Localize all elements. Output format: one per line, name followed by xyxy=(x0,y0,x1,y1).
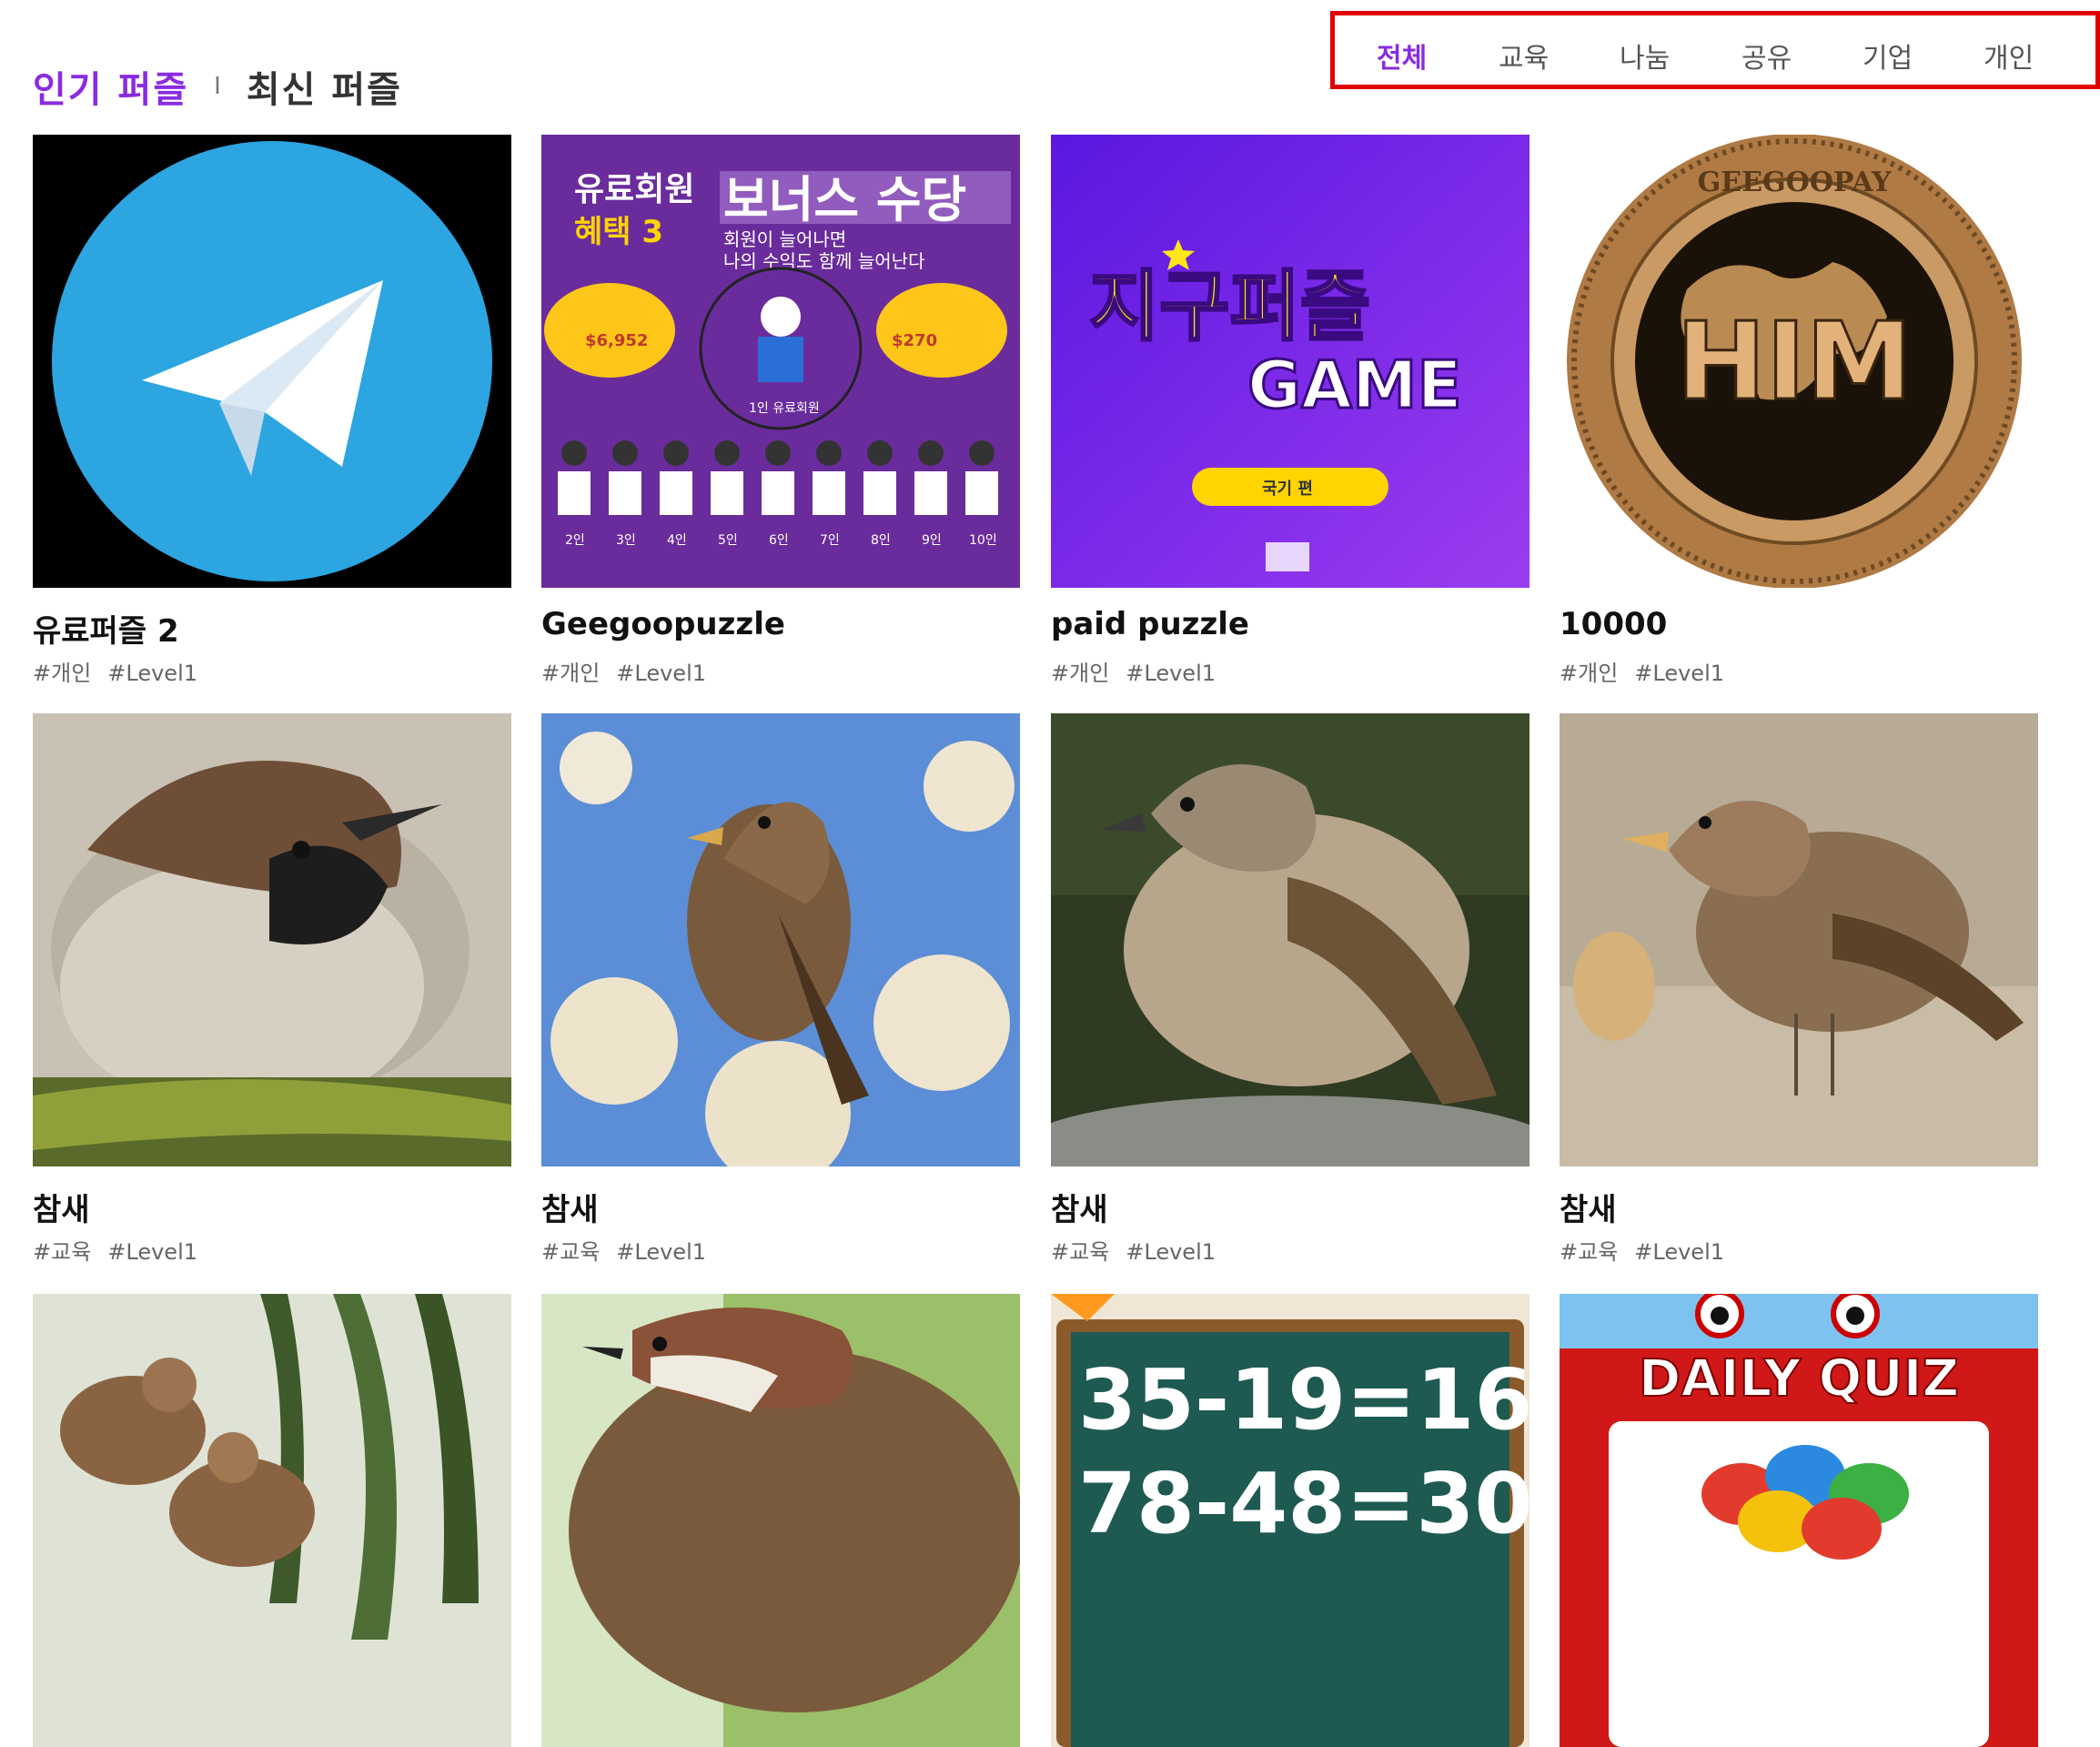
puzzle-tags: #교육 #Level1 xyxy=(33,1234,214,1266)
puzzle-title[interactable]: paid puzzle xyxy=(1051,606,1249,642)
tag-level[interactable]: #Level1 xyxy=(1126,1239,1216,1265)
tag-category[interactable]: #개인 xyxy=(1051,661,1109,686)
bonus-infographic-image: 유료회원 혜택 3 보너스 수당 회원이 늘어나면 나의 수익도 함께 늘어난다… xyxy=(541,135,1020,588)
puzzle-thumbnail[interactable]: 35-19=16 78-48=30 xyxy=(1051,1294,1530,1747)
svg-text:나의 수익도 함께 늘어난다: 나의 수익도 함께 늘어난다 xyxy=(723,250,924,272)
puzzle-thumbnail[interactable]: 지구퍼즐 GAME 국기 편 xyxy=(1051,135,1530,588)
category-education[interactable]: 교육 xyxy=(1499,35,1549,76)
sparrow-photo-image xyxy=(33,1294,511,1747)
puzzle-title[interactable]: 참새 xyxy=(1051,1185,1108,1229)
puzzle-thumbnail[interactable] xyxy=(1560,713,2038,1166)
svg-text:4인: 4인 xyxy=(667,533,687,548)
sparrow-photo-image xyxy=(541,713,1020,1166)
puzzle-thumbnail[interactable] xyxy=(541,1294,1020,1747)
puzzle-thumbnail[interactable] xyxy=(33,713,511,1166)
svg-text:혜택 3: 혜택 3 xyxy=(574,214,663,250)
puzzle-thumbnail[interactable]: DAILY QUIZ xyxy=(1560,1294,2038,1747)
svg-text:5인: 5인 xyxy=(718,533,738,548)
puzzle-thumbnail[interactable] xyxy=(541,713,1020,1166)
svg-text:HIM: HIM xyxy=(1676,298,1913,424)
tag-level[interactable]: #Level1 xyxy=(107,1239,197,1265)
tag-category[interactable]: #교육 xyxy=(1051,1239,1109,1265)
svg-text:78-48=30: 78-48=30 xyxy=(1078,1455,1530,1552)
category-all[interactable]: 전체 xyxy=(1377,35,1427,76)
sparrow-photo-image xyxy=(541,1294,1020,1747)
svg-text:지구퍼즐: 지구퍼즐 xyxy=(1089,262,1370,351)
puzzle-thumbnail[interactable] xyxy=(33,135,511,588)
tag-category[interactable]: #교육 xyxy=(1560,1239,1618,1265)
svg-text:2인: 2인 xyxy=(565,533,585,548)
tag-level[interactable]: #Level1 xyxy=(1126,661,1216,686)
svg-text:회원이 늘어나면: 회원이 늘어나면 xyxy=(723,228,846,250)
sparrow-photo-image xyxy=(1051,713,1530,1166)
svg-text:$6,952: $6,952 xyxy=(585,331,648,350)
tag-level[interactable]: #Level1 xyxy=(616,1239,706,1265)
category-share[interactable]: 공유 xyxy=(1742,35,1792,76)
tag-category[interactable]: #개인 xyxy=(1560,661,1618,686)
puzzle-title[interactable]: 참새 xyxy=(541,1185,599,1229)
svg-text:DAILY QUIZ: DAILY QUIZ xyxy=(1639,1349,1959,1409)
puzzle-tags: #교육 #Level1 xyxy=(1560,1234,1741,1266)
puzzle-tags: #개인 #Level1 xyxy=(1560,655,1741,687)
svg-text:유료회원: 유료회원 xyxy=(574,171,694,208)
svg-text:9인: 9인 xyxy=(922,533,942,548)
svg-text:GEEGOOPAY: GEEGOOPAY xyxy=(1698,167,1892,198)
tag-level[interactable]: #Level1 xyxy=(1634,661,1724,686)
puzzle-tags: #개인 #Level1 xyxy=(33,655,214,687)
svg-text:35-19=16: 35-19=16 xyxy=(1078,1351,1530,1449)
puzzle-title[interactable]: 참새 xyxy=(1560,1185,1617,1229)
daily-quiz-image: DAILY QUIZ xyxy=(1560,1294,2038,1747)
puzzle-title[interactable]: 참새 xyxy=(33,1185,90,1229)
svg-text:8인: 8인 xyxy=(871,533,891,548)
section-tabs: 인기 퍼즐 I 최신 퍼즐 xyxy=(33,60,402,113)
category-sharing[interactable]: 나눔 xyxy=(1620,35,1670,76)
puzzle-title[interactable]: 10000 xyxy=(1560,606,1667,642)
puzzle-thumbnail[interactable] xyxy=(33,1294,511,1747)
tag-level[interactable]: #Level1 xyxy=(107,661,197,686)
tag-level[interactable]: #Level1 xyxy=(1634,1239,1724,1265)
puzzle-tags: #개인 #Level1 xyxy=(541,655,722,687)
svg-text:7인: 7인 xyxy=(820,533,840,548)
page-header: 인기 퍼즐 I 최신 퍼즐 전체 교육 나눔 공유 기업 개인 xyxy=(0,0,2100,118)
tag-level[interactable]: #Level1 xyxy=(616,661,706,686)
puzzle-thumbnail[interactable]: 유료회원 혜택 3 보너스 수당 회원이 늘어나면 나의 수익도 함께 늘어난다… xyxy=(541,135,1020,588)
puzzle-title[interactable]: 유료퍼즐 2 xyxy=(33,606,179,651)
puzzle-thumbnail[interactable]: HIM GEEGOOPAY xyxy=(1560,135,2038,588)
tab-popular-puzzles[interactable]: 인기 퍼즐 xyxy=(33,60,188,113)
puzzle-tags: #교육 #Level1 xyxy=(1051,1234,1232,1266)
svg-text:GAME: GAME xyxy=(1247,347,1462,423)
category-filter: 전체 교육 나눔 공유 기업 개인 xyxy=(1330,11,2100,89)
tag-category[interactable]: #개인 xyxy=(541,661,600,686)
svg-text:1인 유료회원: 1인 유료회원 xyxy=(749,401,820,416)
puzzle-title[interactable]: Geegoopuzzle xyxy=(541,606,785,642)
puzzle-tags: #교육 #Level1 xyxy=(541,1234,722,1266)
svg-text:6인: 6인 xyxy=(769,533,789,548)
sparrow-photo-image xyxy=(1560,713,2038,1166)
sparrow-photo-image xyxy=(33,713,511,1166)
earth-puzzle-game-image: 지구퍼즐 GAME 국기 편 xyxy=(1051,135,1530,588)
tag-category[interactable]: #개인 xyxy=(33,661,91,686)
svg-text:보너스 수당: 보너스 수당 xyxy=(723,171,966,228)
svg-text:국기 편: 국기 편 xyxy=(1262,480,1313,499)
tag-category[interactable]: #교육 xyxy=(541,1239,600,1265)
svg-text:3인: 3인 xyxy=(616,533,636,548)
puzzle-thumbnail[interactable] xyxy=(1051,713,1530,1166)
tab-divider: I xyxy=(214,73,223,100)
math-chalkboard-image: 35-19=16 78-48=30 xyxy=(1051,1294,1530,1747)
tab-latest-puzzles[interactable]: 최신 퍼즐 xyxy=(247,60,402,113)
svg-text:10인: 10인 xyxy=(969,533,997,548)
svg-text:$270: $270 xyxy=(892,331,937,350)
telegram-logo-image xyxy=(33,135,511,588)
puzzle-tags: #개인 #Level1 xyxy=(1051,655,1232,687)
category-business[interactable]: 기업 xyxy=(1863,35,1913,76)
tag-category[interactable]: #교육 xyxy=(33,1239,91,1265)
him-coin-image: HIM GEEGOOPAY xyxy=(1560,135,2038,588)
category-personal[interactable]: 개인 xyxy=(1984,35,2034,76)
